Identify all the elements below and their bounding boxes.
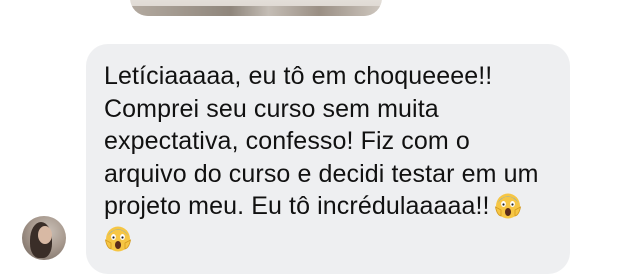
message-line-5-wrap: projeto meu. Eu tô incrédulaaaaa!!	[104, 190, 554, 223]
message-line-3: expectativa, confesso! Fiz com o	[104, 127, 470, 156]
message-line-2: Comprei seu curso sem muita	[104, 94, 439, 123]
message-line-4: arquivo do curso e decidi testar em um	[104, 159, 539, 188]
previous-message-image[interactable]	[130, 0, 382, 16]
sender-avatar[interactable]	[22, 216, 66, 260]
message-line-6	[104, 223, 554, 256]
face-screaming-in-fear-icon	[104, 224, 132, 252]
face-screaming-in-fear-icon	[494, 191, 522, 219]
previous-image-content	[130, 6, 382, 16]
message-text: Letíciaaaaa, eu tô em choqueeee!! Compre…	[104, 60, 554, 256]
message-line-5: projeto meu. Eu tô incrédulaaaaa!!	[104, 192, 490, 221]
avatar-face	[38, 226, 52, 244]
message-line-1: Letíciaaaaa, eu tô em choqueeee!!	[104, 62, 493, 90]
